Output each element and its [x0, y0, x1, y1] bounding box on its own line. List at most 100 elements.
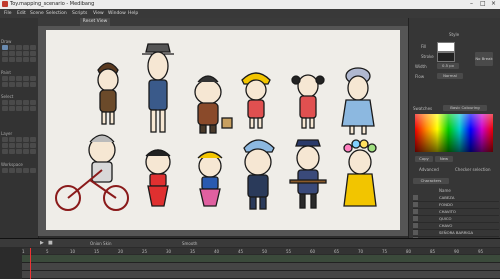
contour-tool-icon[interactable]: [23, 57, 29, 62]
stop-icon[interactable]: ■: [48, 240, 53, 246]
menu-edit[interactable]: Edit: [17, 11, 26, 16]
loop-tool-icon[interactable]: [9, 168, 15, 173]
animate-tool-icon[interactable]: [23, 143, 29, 148]
lasso-tool-icon[interactable]: [9, 100, 15, 105]
light-table-icon[interactable]: [30, 168, 36, 173]
morph-tool-icon[interactable]: [2, 143, 8, 148]
rect-tool-icon[interactable]: [2, 51, 8, 56]
brush-tool-icon[interactable]: [2, 45, 8, 50]
peg-tool-icon[interactable]: [2, 137, 8, 142]
menu-window[interactable]: Window: [108, 11, 126, 16]
menu-file[interactable]: File: [4, 11, 12, 16]
select-tool-icon[interactable]: [2, 100, 8, 105]
no-break-button[interactable]: No Break: [475, 52, 493, 66]
text-tool-icon[interactable]: [23, 51, 29, 56]
pencil-tool-icon[interactable]: [9, 45, 15, 50]
timeline-toolbar: Onion Skin Smooth ▶ ■: [0, 239, 500, 247]
layers-header[interactable]: Characters: [413, 178, 449, 184]
fill-tool-icon[interactable]: [9, 76, 15, 81]
ruler-tick: 80: [406, 249, 412, 254]
line-tool-icon[interactable]: [23, 45, 29, 50]
eye-icon[interactable]: [413, 223, 418, 228]
bucket-tool-icon[interactable]: [2, 76, 8, 81]
menu-selection[interactable]: Selection: [46, 11, 67, 16]
palette-select[interactable]: Basic Colouring: [443, 105, 487, 111]
stamp-tool-icon[interactable]: [30, 57, 36, 62]
camera-tool-icon[interactable]: [2, 149, 8, 154]
eye-icon[interactable]: [413, 202, 418, 207]
hand-tool-icon[interactable]: [16, 149, 22, 154]
advanced-label[interactable]: Advanced: [419, 167, 439, 172]
centroid-tool-icon[interactable]: [30, 100, 36, 105]
transform-tool-icon[interactable]: [16, 100, 22, 105]
menu-scripts[interactable]: Scripts: [72, 11, 87, 16]
menu-view[interactable]: View: [93, 11, 104, 16]
onion-tool-icon[interactable]: [23, 168, 29, 173]
envelope-tool-icon[interactable]: [23, 106, 29, 111]
ruler-tick: 50: [262, 249, 268, 254]
close-gap-tool-icon[interactable]: [2, 82, 8, 87]
tab-reset-view[interactable]: Reset View: [80, 18, 110, 26]
ink-tool-icon[interactable]: [30, 76, 36, 81]
dropper-tool-icon[interactable]: [23, 76, 29, 81]
width-field[interactable]: 0.5 px: [437, 63, 459, 69]
shape-tool-icon[interactable]: [30, 45, 36, 50]
spline-tool-icon[interactable]: [30, 137, 36, 142]
eraser-tool-icon[interactable]: [16, 45, 22, 50]
playhead[interactable]: [30, 248, 31, 279]
menu-help[interactable]: Help: [128, 11, 138, 16]
cutter-tool-icon[interactable]: [16, 57, 22, 62]
play-tool-icon[interactable]: [2, 168, 8, 173]
eye-icon[interactable]: [413, 216, 418, 221]
ellipse-tool-icon[interactable]: [9, 51, 15, 56]
timeline-ruler[interactable]: 1 5 10 15 20 25 30 35 40 45 50 55 60 65 …: [22, 248, 500, 254]
ruler-tick: 90: [454, 249, 460, 254]
maximize-icon[interactable]: □: [480, 1, 486, 7]
minimize-icon[interactable]: –: [470, 1, 473, 7]
menu-scene[interactable]: Scene: [30, 11, 44, 16]
key-tool-icon[interactable]: [30, 143, 36, 148]
smooth-mode-label[interactable]: Smooth: [182, 241, 197, 246]
new-button[interactable]: New: [435, 156, 453, 162]
color-palette[interactable]: [415, 114, 493, 152]
flow-select[interactable]: Normal: [437, 73, 463, 79]
perspective-tool-icon[interactable]: [30, 106, 36, 111]
contour-select-icon[interactable]: [23, 100, 29, 105]
scale-tool-icon[interactable]: [9, 106, 15, 111]
swatches-tab[interactable]: Swatches: [413, 106, 432, 111]
curve-tool-icon[interactable]: [2, 57, 8, 62]
offset-tool-icon[interactable]: [23, 137, 29, 142]
sound-tool-icon[interactable]: [16, 168, 22, 173]
drawing-canvas[interactable]: [46, 30, 400, 230]
rotate-tool-icon[interactable]: [2, 106, 8, 111]
copy-button[interactable]: Copy: [415, 156, 433, 162]
onion-skin-label[interactable]: Onion Skin: [90, 241, 112, 246]
polygon-tool-icon[interactable]: [16, 51, 22, 56]
bezier-tool-icon[interactable]: [30, 51, 36, 56]
bone-tool-icon[interactable]: [9, 137, 15, 142]
play-icon[interactable]: ▶: [40, 240, 44, 246]
ruler-tool-icon[interactable]: [30, 149, 36, 154]
lock-tool-icon[interactable]: [23, 82, 29, 87]
blend-tool-icon[interactable]: [30, 82, 36, 87]
unpaint-tool-icon[interactable]: [9, 82, 15, 87]
checker-label[interactable]: Checker selection: [455, 167, 491, 172]
timeline-track[interactable]: [22, 255, 500, 263]
smooth-tool-icon[interactable]: [9, 57, 15, 62]
section-paint: Paint: [1, 70, 11, 75]
close-icon[interactable]: ×: [491, 1, 496, 7]
grid-tool-icon[interactable]: [23, 149, 29, 154]
stroke-swatch[interactable]: [437, 52, 455, 62]
eye-icon[interactable]: [413, 209, 418, 214]
deform-tool-icon[interactable]: [16, 137, 22, 142]
reposition-tool-icon[interactable]: [16, 143, 22, 148]
repaint-tool-icon[interactable]: [16, 82, 22, 87]
skew-tool-icon[interactable]: [16, 106, 22, 111]
eye-icon[interactable]: [413, 230, 418, 235]
gradient-tool-icon[interactable]: [16, 76, 22, 81]
fill-swatch[interactable]: [437, 42, 455, 52]
timeline-track[interactable]: [22, 263, 500, 271]
pivot-tool-icon[interactable]: [9, 143, 15, 148]
zoom-tool-icon[interactable]: [9, 149, 15, 154]
eye-icon[interactable]: [413, 195, 418, 200]
